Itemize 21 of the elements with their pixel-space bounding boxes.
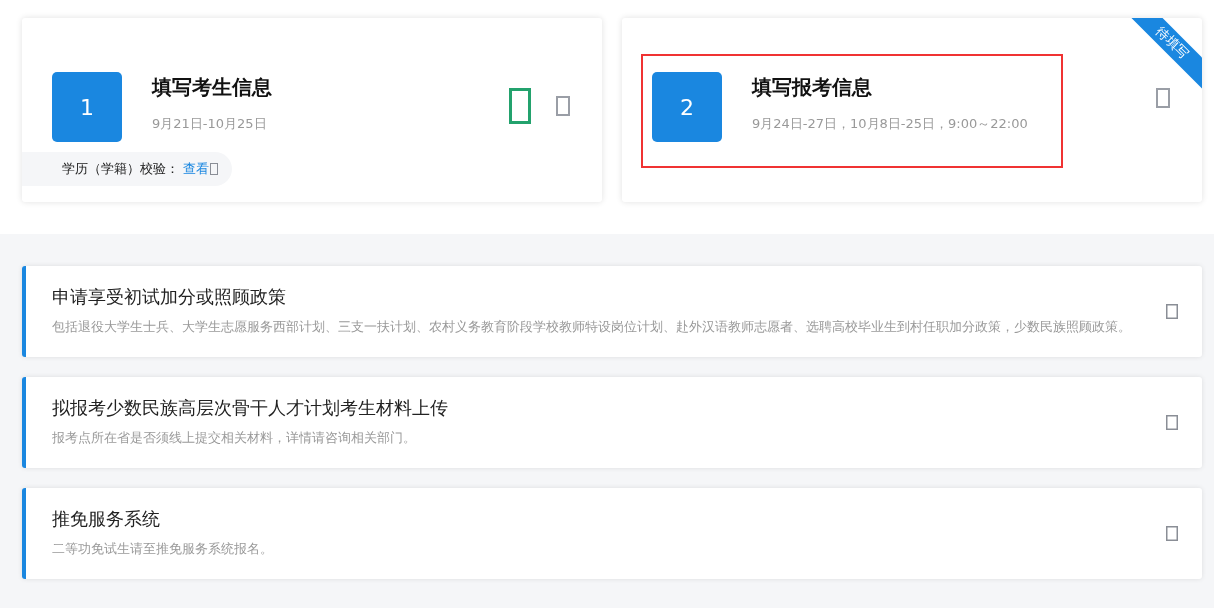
empty-box-icon [1166,304,1178,319]
step-card[interactable]: 2 填写报考信息 9月24日-27日，10月8日-25日，9:00～22:00 待填写 [622,18,1202,202]
step-number: 2 [652,72,722,142]
note-label: 学历（学籍）校验： [62,160,179,178]
step-date: 9月24日-27日，10月8日-25日，9:00～22:00 [752,115,1028,133]
policy-description: 二等功免试生请至推免服务系统报名。 [52,540,274,558]
view-link[interactable]: 查看 [183,160,218,178]
step-title: 填写考生信息 [152,74,272,101]
policy-title: 推免服务系统 [52,508,161,530]
policy-card[interactable]: 推免服务系统 二等功免试生请至推免服务系统报名。 [22,488,1202,579]
step-card[interactable]: 1 填写考生信息 9月21日-10月25日 学历（学籍）校验： 查看 [22,18,602,202]
empty-box-icon [210,163,218,175]
policy-description: 报考点所在省是否须线上提交相关材料，详情请咨询相关部门。 [52,429,417,447]
step-title: 填写报考信息 [752,74,873,101]
policy-title: 拟报考少数民族高层次骨干人才计划考生材料上传 [52,397,449,419]
empty-box-icon [1166,415,1178,430]
step-date: 9月21日-10月25日 [152,115,268,133]
empty-box-icon [1166,526,1178,541]
policy-card[interactable]: 拟报考少数民族高层次骨干人才计划考生材料上传 报考点所在省是否须线上提交相关材料，详情请咨询相关部门。 [22,377,1202,468]
policy-title: 申请享受初试加分或照顾政策 [52,286,287,308]
step-number: 1 [52,72,122,142]
